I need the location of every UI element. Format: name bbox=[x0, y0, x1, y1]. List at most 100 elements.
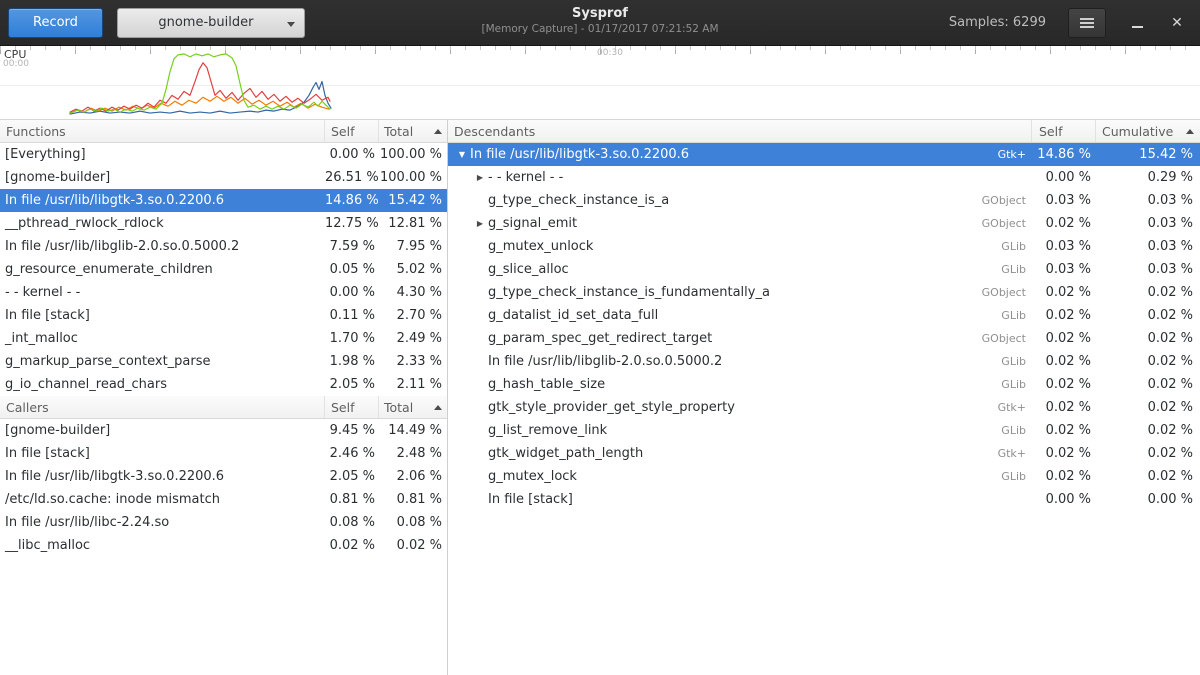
menu-button[interactable] bbox=[1068, 8, 1106, 38]
sort-ascending-icon bbox=[1186, 129, 1194, 134]
library-badge: GLib bbox=[1001, 263, 1032, 276]
tree-indent bbox=[454, 453, 472, 454]
table-row[interactable]: In file [stack]0.11 %2.70 % bbox=[0, 304, 447, 327]
table-row[interactable]: ▶- - kernel - -0.00 %0.29 % bbox=[448, 166, 1200, 189]
self-percent: 0.00 % bbox=[1032, 170, 1096, 185]
table-row[interactable]: In file /usr/lib/libglib-2.0.so.0.5000.2… bbox=[0, 235, 447, 258]
total-percent: 2.33 % bbox=[379, 354, 447, 369]
expander-closed-icon[interactable]: ▶ bbox=[472, 174, 488, 182]
descendants-cumulative-column-header[interactable]: Cumulative bbox=[1096, 120, 1200, 142]
table-row[interactable]: g_hash_table_sizeGLib0.02 %0.02 % bbox=[448, 373, 1200, 396]
table-row[interactable]: [gnome-builder]9.45 %14.49 % bbox=[0, 419, 447, 442]
descendants-column-header[interactable]: Descendants bbox=[448, 120, 1032, 142]
cumulative-percent: 0.02 % bbox=[1096, 285, 1200, 300]
cumulative-percent: 0.02 % bbox=[1096, 423, 1200, 438]
function-name-cell: gtk_widget_path_lengthGtk+ bbox=[448, 446, 1032, 461]
self-percent: 7.59 % bbox=[325, 239, 379, 254]
function-name: In file /usr/lib/libglib-2.0.so.0.5000.2 bbox=[488, 354, 722, 369]
self-percent: 0.00 % bbox=[1032, 492, 1096, 507]
descendants-table: ▼In file /usr/lib/libgtk-3.so.0.2200.6Gt… bbox=[448, 143, 1200, 511]
library-badge: GLib bbox=[1001, 240, 1032, 253]
table-row[interactable]: g_list_remove_linkGLib0.02 %0.02 % bbox=[448, 419, 1200, 442]
self-percent: 0.02 % bbox=[1032, 400, 1096, 415]
functions-total-column-header[interactable]: Total bbox=[379, 120, 447, 142]
record-button[interactable]: Record bbox=[8, 8, 103, 38]
expander-closed-icon[interactable]: ▶ bbox=[472, 220, 488, 228]
table-row[interactable]: g_slice_allocGLib0.03 %0.03 % bbox=[448, 258, 1200, 281]
table-row[interactable]: - - kernel - -0.00 %4.30 % bbox=[0, 281, 447, 304]
table-row[interactable]: _int_malloc1.70 %2.49 % bbox=[0, 327, 447, 350]
table-row[interactable]: g_type_check_instance_is_aGObject0.03 %0… bbox=[448, 189, 1200, 212]
function-name: g_signal_emit bbox=[488, 216, 577, 231]
window-title-group: Sysprof [Memory Capture] - 01/17/2017 07… bbox=[481, 7, 718, 35]
tree-indent bbox=[454, 177, 472, 178]
table-row[interactable]: ▼In file /usr/lib/libgtk-3.so.0.2200.6Gt… bbox=[448, 143, 1200, 166]
library-badge: Gtk+ bbox=[998, 148, 1032, 161]
function-name: In file /usr/lib/libgtk-3.so.0.2200.6 bbox=[0, 469, 325, 484]
self-percent: 14.86 % bbox=[325, 193, 379, 208]
callers-total-column-header[interactable]: Total bbox=[379, 396, 447, 418]
cpu-usage-lines bbox=[0, 46, 1200, 119]
descendants-self-column-header[interactable]: Self bbox=[1032, 120, 1096, 142]
minimize-button[interactable] bbox=[1124, 8, 1150, 38]
function-name: [Everything] bbox=[0, 147, 325, 162]
self-percent: 0.02 % bbox=[1032, 446, 1096, 461]
self-percent: 0.03 % bbox=[1032, 239, 1096, 254]
function-name-cell: g_list_remove_linkGLib bbox=[448, 423, 1032, 438]
library-badge: Gtk+ bbox=[998, 447, 1032, 460]
callers-column-header[interactable]: Callers bbox=[0, 396, 325, 418]
table-row[interactable]: In file [stack]0.00 %0.00 % bbox=[448, 488, 1200, 511]
table-row[interactable]: gtk_style_provider_get_style_propertyGtk… bbox=[448, 396, 1200, 419]
self-percent: 26.51 % bbox=[325, 170, 379, 185]
tree-indent bbox=[454, 223, 472, 224]
close-icon: ✕ bbox=[1171, 15, 1183, 31]
table-row[interactable]: g_resource_enumerate_children0.05 %5.02 … bbox=[0, 258, 447, 281]
cumulative-percent: 0.03 % bbox=[1096, 262, 1200, 277]
table-row[interactable]: g_mutex_unlockGLib0.03 %0.03 % bbox=[448, 235, 1200, 258]
callers-table: [gnome-builder]9.45 %14.49 %In file [sta… bbox=[0, 419, 447, 557]
table-row[interactable]: [Everything]0.00 %100.00 % bbox=[0, 143, 447, 166]
function-name-cell: g_hash_table_sizeGLib bbox=[448, 377, 1032, 392]
process-selector[interactable]: gnome-builder bbox=[117, 8, 305, 38]
function-name: g_datalist_id_set_data_full bbox=[488, 308, 658, 323]
table-row[interactable]: g_io_channel_read_chars2.05 %2.11 % bbox=[0, 373, 447, 396]
table-row[interactable]: g_type_check_instance_is_fundamentally_a… bbox=[448, 281, 1200, 304]
cumulative-percent: 0.02 % bbox=[1096, 446, 1200, 461]
functions-table: [Everything]0.00 %100.00 %[gnome-builder… bbox=[0, 143, 447, 396]
table-row[interactable]: [gnome-builder]26.51 %100.00 % bbox=[0, 166, 447, 189]
table-row[interactable]: In file [stack]2.46 %2.48 % bbox=[0, 442, 447, 465]
table-row[interactable]: In file /usr/lib/libgtk-3.so.0.2200.62.0… bbox=[0, 465, 447, 488]
total-percent: 7.95 % bbox=[379, 239, 447, 254]
self-percent: 2.05 % bbox=[325, 377, 379, 392]
table-row[interactable]: In file /usr/lib/libc-2.24.so0.08 %0.08 … bbox=[0, 511, 447, 534]
tree-indent bbox=[454, 200, 472, 201]
table-row[interactable]: In file /usr/lib/libglib-2.0.so.0.5000.2… bbox=[448, 350, 1200, 373]
functions-self-column-header[interactable]: Self bbox=[325, 120, 379, 142]
cpu-timeline[interactable]: CPU 00:00 00:30 bbox=[0, 46, 1200, 120]
function-name: g_type_check_instance_is_a bbox=[488, 193, 669, 208]
functions-column-header[interactable]: Functions bbox=[0, 120, 325, 142]
function-name: In file /usr/lib/libglib-2.0.so.0.5000.2 bbox=[0, 239, 325, 254]
app-title: Sysprof bbox=[481, 7, 718, 20]
close-button[interactable]: ✕ bbox=[1164, 8, 1190, 38]
table-row[interactable]: ▶g_signal_emitGObject0.02 %0.03 % bbox=[448, 212, 1200, 235]
self-percent: 0.02 % bbox=[325, 538, 379, 553]
table-row[interactable]: __pthread_rwlock_rdlock12.75 %12.81 % bbox=[0, 212, 447, 235]
self-percent: 1.70 % bbox=[325, 331, 379, 346]
function-name: g_resource_enumerate_children bbox=[0, 262, 325, 277]
function-name: gtk_style_provider_get_style_property bbox=[488, 400, 735, 415]
function-name-cell: g_slice_allocGLib bbox=[448, 262, 1032, 277]
callers-self-column-header[interactable]: Self bbox=[325, 396, 379, 418]
table-row[interactable]: g_param_spec_get_redirect_targetGObject0… bbox=[448, 327, 1200, 350]
table-row[interactable]: gtk_widget_path_lengthGtk+0.02 %0.02 % bbox=[448, 442, 1200, 465]
samples-count: Samples: 6299 bbox=[949, 15, 1046, 30]
table-row[interactable]: /etc/ld.so.cache: inode mismatch0.81 %0.… bbox=[0, 488, 447, 511]
table-row[interactable]: g_mutex_lockGLib0.02 %0.02 % bbox=[448, 465, 1200, 488]
table-row[interactable]: __libc_malloc0.02 %0.02 % bbox=[0, 534, 447, 557]
table-row[interactable]: In file /usr/lib/libgtk-3.so.0.2200.614.… bbox=[0, 189, 447, 212]
function-name-cell: ▶g_signal_emitGObject bbox=[448, 216, 1032, 231]
expander-open-icon[interactable]: ▼ bbox=[454, 151, 470, 159]
table-row[interactable]: g_markup_parse_context_parse1.98 %2.33 % bbox=[0, 350, 447, 373]
self-percent: 0.00 % bbox=[325, 147, 379, 162]
table-row[interactable]: g_datalist_id_set_data_fullGLib0.02 %0.0… bbox=[448, 304, 1200, 327]
